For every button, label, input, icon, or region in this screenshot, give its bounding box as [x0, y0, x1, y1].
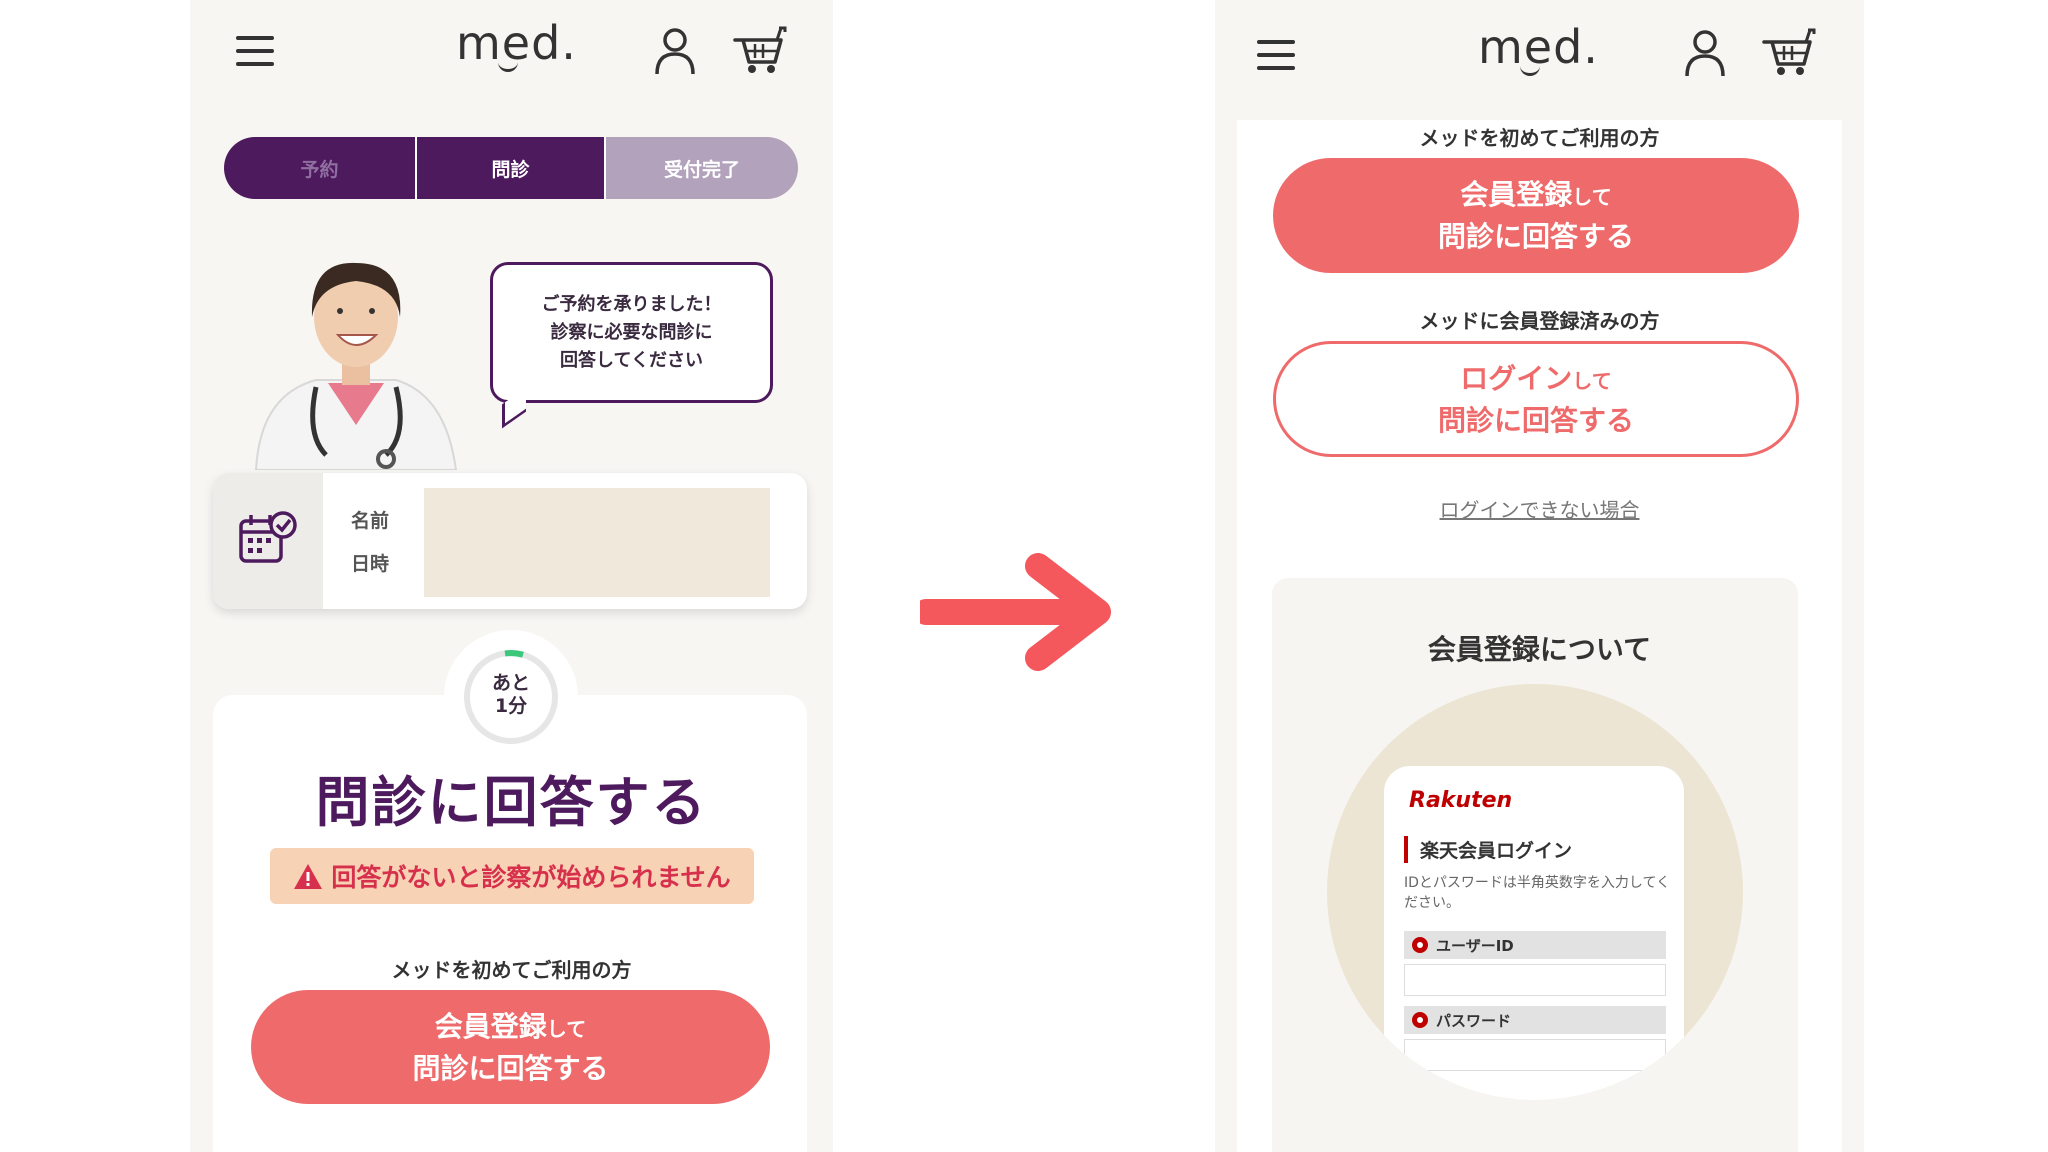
menu-icon[interactable] [236, 36, 274, 66]
button-line1: 会員登録して [1460, 175, 1611, 217]
button-small-text: して [546, 1016, 587, 1041]
appointment-card: 名前 日時 [213, 473, 807, 609]
step-questionnaire: 問診 [415, 137, 606, 199]
account-icon[interactable] [652, 26, 698, 76]
password-input[interactable] [1404, 1039, 1666, 1071]
logo-smile [1520, 66, 1540, 76]
button-line1: 会員登録して [435, 1007, 586, 1049]
bubble-line: ご予約を承りました！ [541, 293, 722, 315]
password-label: パスワード [1404, 1006, 1666, 1034]
register-and-answer-button[interactable]: 会員登録して 問診に回答する [251, 990, 770, 1104]
header: med. [190, 0, 833, 110]
account-icon[interactable] [1682, 28, 1728, 78]
new-user-caption: メッドを初めてご利用の方 [1419, 126, 1660, 150]
button-small-text: して [1572, 368, 1612, 393]
rakuten-logo: Rakuten [1409, 788, 1513, 813]
button-main-text: 会員登録 [1460, 178, 1573, 211]
button-main-text: ログイン [1460, 361, 1573, 395]
step-reservation: 予約 [224, 137, 415, 199]
cannot-login-link[interactable]: ログインできない場合 [1215, 494, 1864, 523]
calendar-check-icon [239, 511, 297, 563]
screen-questionnaire-start: med. 予約 問診 受付完了 ご予約を承りました！ 診察に必要な問診に 回答し… [190, 0, 833, 1152]
rakuten-login-card: Rakuten 楽天会員ログイン IDとパスワードは半角英数字を入力してください… [1384, 766, 1684, 1100]
user-id-label-text: ユーザーID [1436, 936, 1514, 955]
doctor-illustration [246, 255, 486, 471]
required-dot-icon [1412, 1012, 1428, 1028]
timer-line2: 1分 [494, 695, 528, 717]
timer-line1: あと [491, 672, 530, 694]
header: med. [1215, 0, 1864, 120]
timer-text: あと 1分 [461, 672, 561, 718]
warning-text: 回答がないと診察が始められません [331, 863, 731, 892]
user-id-input[interactable] [1404, 964, 1666, 996]
step-complete: 受付完了 [606, 137, 798, 199]
rakuten-heading: 楽天会員ログイン [1404, 836, 1572, 863]
appointment-icon-cell [213, 473, 323, 609]
cart-icon[interactable] [733, 26, 787, 76]
progress-steps: 予約 問診 受付完了 [224, 137, 798, 199]
warning-icon [294, 863, 323, 889]
arrow-right-icon [920, 553, 1111, 671]
member-caption: メッドに会員登録済みの方 [1419, 309, 1660, 333]
button-line1: ログインして [1460, 359, 1611, 401]
name-label: 名前 [351, 510, 390, 532]
button-line2: 問診に回答する [1437, 403, 1634, 437]
bubble-line: 診察に必要な問診に [550, 321, 713, 343]
warning-banner: 回答がないと診察が始められません [270, 848, 754, 904]
datetime-label: 日時 [351, 553, 390, 575]
required-dot-icon [1412, 937, 1428, 953]
page-title: 問診に回答する [315, 771, 708, 834]
new-user-caption: メッドを初めてご利用の方 [391, 958, 632, 982]
rakuten-login-preview: Rakuten 楽天会員ログイン IDとパスワードは半角英数字を入力してください… [1327, 684, 1743, 1100]
logo-smile [498, 62, 518, 72]
password-label-text: パスワード [1436, 1011, 1512, 1030]
user-id-label: ユーザーID [1404, 931, 1666, 959]
membership-info-title: 会員登録について [1427, 633, 1652, 666]
menu-icon[interactable] [1257, 40, 1295, 70]
button-small-text: して [1572, 185, 1612, 209]
login-and-answer-button[interactable]: ログインして 問診に回答する [1273, 341, 1799, 457]
button-main-text: 会員登録 [434, 1009, 547, 1043]
cart-icon[interactable] [1762, 28, 1816, 78]
rakuten-description: IDとパスワードは半角英数字を入力してください。 [1404, 875, 1671, 911]
button-line2: 問診に回答する [412, 1051, 609, 1085]
speech-bubble: ご予約を承りました！ 診察に必要な問診に 回答してください [490, 262, 773, 403]
button-line2: 問診に回答する [1437, 220, 1634, 253]
appointment-details-redacted [424, 488, 770, 597]
register-and-answer-button[interactable]: 会員登録して 問診に回答する [1273, 158, 1799, 273]
bubble-line: 回答してください [560, 349, 703, 371]
screen-login-options: med. メッドを初めてご利用の方 会員登録して 問診に回答する メッドに会員登… [1215, 0, 1864, 1152]
